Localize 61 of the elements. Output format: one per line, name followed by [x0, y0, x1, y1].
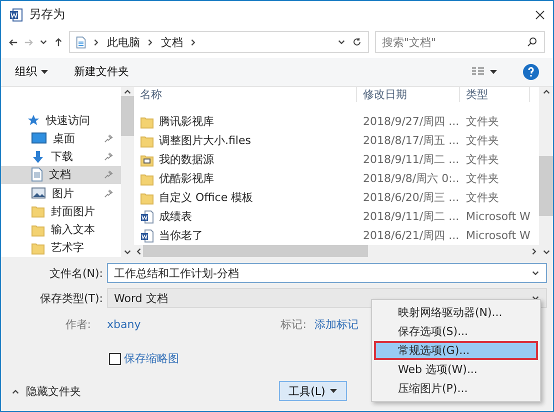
menu-item[interactable]: Web 选项(W)...: [374, 360, 538, 379]
modified-date: 2018/6/20/周三 ...: [362, 190, 460, 205]
nav-item[interactable]: 桌面: [1, 129, 121, 148]
modified-date: 2018/9/11/周二 ...: [362, 209, 460, 224]
hide-folders-link[interactable]: 隐藏文件夹: [26, 384, 81, 398]
nav-item[interactable]: 文档: [1, 166, 121, 184]
filename-field[interactable]: 工作总结和工作计划-分档: [107, 263, 547, 283]
modified-date: 2018/9/8/周六 0:...: [362, 171, 460, 186]
nav-item[interactable]: 快速访问: [1, 111, 121, 130]
file-name[interactable]: 当你老了: [134, 228, 357, 243]
search-field[interactable]: 搜索"文档": [375, 31, 545, 54]
author-label: 作者:: [64, 317, 92, 332]
menu-item[interactable]: 压缩图片(P)...: [374, 379, 538, 398]
file-name[interactable]: 调整图片大小.files: [134, 133, 357, 148]
nav-label: 封面图片: [51, 204, 95, 219]
nav-label: 桌面: [53, 130, 75, 146]
column-header[interactable]: 修改日期: [357, 87, 460, 102]
column-header[interactable]: 名称: [134, 87, 357, 102]
file-type: 文件夹: [465, 133, 500, 148]
file-type: 文件夹: [465, 171, 500, 186]
tools-button[interactable]: 工具(L): [279, 381, 347, 401]
modified-date: 2018/9/27/周四 ...: [362, 114, 460, 129]
nav-label: 快速访问: [46, 112, 90, 128]
modified-date: 2018/6/21/周四 ...: [362, 228, 460, 243]
file-name[interactable]: 优酷影视库: [134, 171, 357, 186]
organize-button[interactable]: 组织: [15, 64, 48, 80]
column-header[interactable]: 类型: [460, 87, 530, 102]
nav-label: 文档: [49, 167, 71, 182]
file-type: 文件夹: [465, 190, 500, 205]
nav-label: 输入文本: [51, 222, 95, 238]
nav-item[interactable]: 封面图片: [1, 202, 121, 220]
nav-item[interactable]: 艺术字: [1, 238, 121, 257]
menu-item[interactable]: 保存选项(S)...: [374, 322, 538, 341]
file-type: Microsoft W: [465, 210, 530, 223]
field-label: 文件名(N):: [48, 266, 104, 280]
nav-label: 下载: [51, 149, 73, 164]
address-bar[interactable]: 此电脑 文档: [69, 31, 369, 54]
menu-item[interactable]: 常规选项(G)...: [374, 341, 538, 360]
file-name[interactable]: 腾讯影视库: [134, 114, 357, 129]
thumbnail-label[interactable]: 保存缩略图: [124, 351, 179, 366]
file-name[interactable]: 自定义 Office 模板: [134, 190, 357, 205]
new-folder-button[interactable]: 新建文件夹: [74, 64, 129, 80]
file-type: 文件夹: [465, 114, 500, 129]
file-name[interactable]: 成绩表: [134, 209, 357, 224]
nav-label: 艺术字: [51, 240, 84, 256]
nav-item[interactable]: 下载: [1, 148, 121, 166]
window-title: 另存为: [29, 6, 65, 24]
author-link[interactable]: xbany: [107, 318, 141, 331]
nav-item[interactable]: 输入文本: [1, 220, 121, 239]
file-name[interactable]: 我的数据源: [134, 152, 357, 167]
nav-item[interactable]: 图片: [1, 184, 121, 202]
add-tags-link[interactable]: 添加标记: [314, 317, 358, 332]
tags-label: 标记:: [280, 317, 306, 332]
modified-date: 2018/9/11/周二 ...: [362, 152, 460, 167]
modified-date: 2018/8/17/周五 ...: [362, 133, 460, 148]
file-type: Microsoft W: [465, 229, 530, 242]
breadcrumb[interactable]: 此电脑: [107, 34, 140, 50]
breadcrumb[interactable]: 文档: [161, 34, 183, 50]
file-type: 文件夹: [465, 152, 500, 167]
field-label: 保存类型(T):: [38, 290, 104, 306]
nav-label: 图片: [52, 186, 74, 201]
